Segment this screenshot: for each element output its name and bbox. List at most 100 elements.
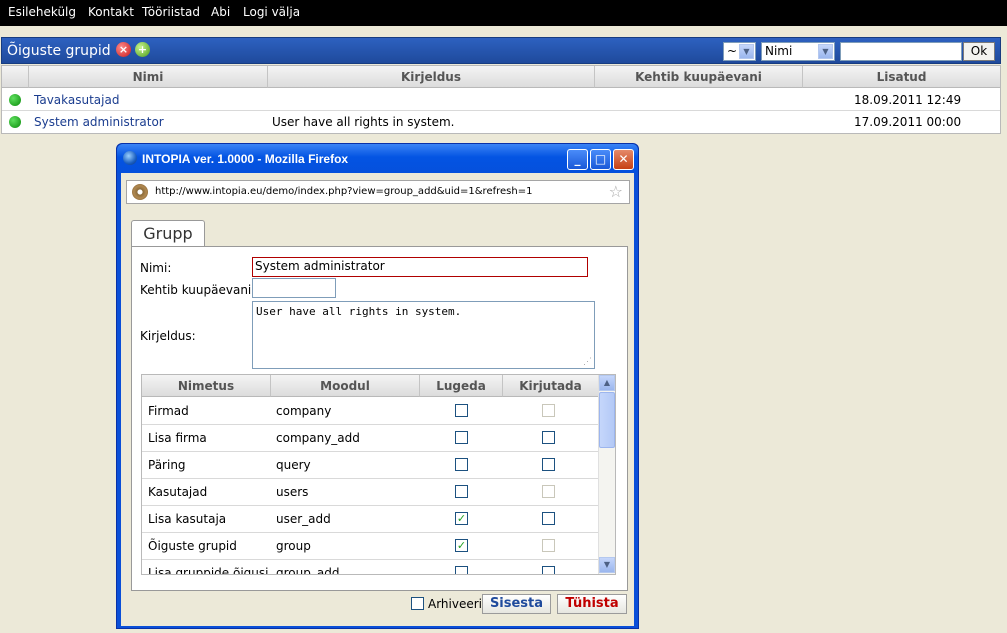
read-checkbox[interactable] — [455, 431, 468, 444]
valid-until-field[interactable] — [252, 278, 336, 298]
table-row: Päring query — [142, 452, 599, 479]
group-name-link[interactable]: System administrator — [34, 115, 164, 129]
chevron-down-icon: ▼ — [818, 44, 833, 59]
nav-contact-link[interactable]: Kontakt — [88, 5, 134, 19]
permission-module: user_add — [276, 512, 331, 526]
permissions-grid: Nimetus Moodul Lugeda Kirjutada Firmad c… — [141, 374, 616, 575]
page-title: Õiguste grupid — [7, 43, 111, 59]
active-status-icon — [9, 116, 21, 128]
name-field[interactable]: System administrator — [252, 257, 588, 277]
group-added: 18.09.2011 12:49 — [854, 93, 962, 107]
read-checkbox-checked[interactable]: ✓ — [455, 512, 468, 525]
status-column-header — [2, 66, 29, 88]
column-header-nimetus[interactable]: Nimetus — [142, 375, 271, 397]
read-checkbox[interactable] — [455, 485, 468, 498]
permission-module: company_add — [276, 431, 360, 445]
read-checkbox[interactable] — [455, 458, 468, 471]
delete-icon[interactable]: × — [116, 42, 131, 57]
permission-name: Lisa gruppide õigusi — [148, 566, 269, 575]
write-checkbox — [542, 485, 555, 498]
top-navigation: Esilehekülg Kontakt Tööriistad Abi Logi … — [0, 0, 1007, 26]
write-checkbox[interactable] — [542, 458, 555, 471]
field-select-value: Nimi — [765, 44, 793, 58]
site-icon — [132, 184, 148, 200]
valid-until-label: Kehtib kuupäevani: — [140, 283, 256, 297]
archive-checkbox[interactable] — [411, 597, 424, 610]
nav-help-link[interactable]: Abi — [211, 5, 230, 19]
column-header-valid-until[interactable]: Kehtib kuupäevani — [595, 66, 803, 88]
groups-table: Nimi Kirjeldus Kehtib kuupäevani Lisatud… — [1, 65, 1001, 134]
operator-select-value: ~ — [727, 44, 738, 58]
nav-home-link[interactable]: Esilehekülg — [8, 5, 76, 19]
grid-scrollbar[interactable]: ▲ ▼ — [598, 375, 615, 574]
close-window-button[interactable]: ✕ — [613, 149, 634, 170]
table-row: Lisa gruppide õigusi group_add — [142, 560, 599, 575]
write-checkbox[interactable] — [542, 512, 555, 525]
firefox-globe-icon — [123, 151, 137, 165]
nav-logout-link[interactable]: Logi välja — [243, 5, 300, 19]
bookmark-star-icon[interactable]: ☆ — [609, 182, 623, 201]
resize-grip-icon[interactable]: ⋰ — [583, 358, 592, 367]
address-bar[interactable]: http://www.intopia.eu/demo/index.php?vie… — [126, 180, 630, 204]
description-text: User have all rights in system. — [256, 305, 462, 318]
description-textarea[interactable]: User have all rights in system. ⋰ — [252, 301, 595, 369]
scroll-up-icon[interactable]: ▲ — [599, 375, 615, 391]
firefox-popup-window: INTOPIA ver. 1.0000 - Mozilla Firefox _ … — [116, 143, 639, 629]
write-checkbox[interactable] — [542, 431, 555, 444]
tab-group[interactable]: Grupp — [131, 220, 205, 247]
maximize-button[interactable]: □ — [590, 149, 611, 170]
permission-module: users — [276, 485, 309, 499]
cancel-button[interactable]: Tühista — [557, 594, 627, 614]
chevron-down-icon: ▼ — [739, 44, 754, 59]
url-text: http://www.intopia.eu/demo/index.php?vie… — [155, 186, 533, 197]
table-row: Õiguste grupid group ✓ — [142, 533, 599, 560]
submit-button[interactable]: Sisesta — [482, 594, 551, 614]
window-title-bar[interactable]: INTOPIA ver. 1.0000 - Mozilla Firefox _ … — [117, 144, 638, 173]
table-row: Firmad company — [142, 398, 599, 425]
operator-select[interactable]: ~ ▼ — [723, 42, 756, 61]
column-header-kirjutada[interactable]: Kirjutada — [503, 375, 599, 397]
minimize-button[interactable]: _ — [567, 149, 588, 170]
archive-label: Arhiveeri — [428, 597, 483, 611]
scroll-thumb[interactable] — [599, 392, 615, 448]
permission-module: group — [276, 539, 311, 553]
column-header-moodul[interactable]: Moodul — [271, 375, 420, 397]
scroll-down-icon[interactable]: ▼ — [599, 557, 615, 573]
search-ok-button[interactable]: Ok — [963, 42, 995, 61]
field-select[interactable]: Nimi ▼ — [761, 42, 835, 61]
write-checkbox — [542, 404, 555, 417]
permission-module: query — [276, 458, 311, 472]
permission-module: group_add — [276, 566, 340, 575]
table-row: Kasutajad users — [142, 479, 599, 506]
read-checkbox[interactable] — [455, 566, 468, 574]
column-header-description[interactable]: Kirjeldus — [268, 66, 595, 88]
description-label: Kirjeldus: — [140, 329, 196, 343]
group-form-panel: Nimi: System administrator Kehtib kuupäe… — [131, 246, 628, 591]
permission-name: Õiguste grupid — [148, 539, 237, 553]
permission-name: Lisa firma — [148, 431, 207, 445]
write-checkbox[interactable] — [542, 566, 555, 574]
column-header-added[interactable]: Lisatud — [803, 66, 1000, 88]
popup-body: http://www.intopia.eu/demo/index.php?vie… — [121, 173, 634, 626]
permission-name: Kasutajad — [148, 485, 208, 499]
permission-name: Lisa kasutaja — [148, 512, 227, 526]
table-row[interactable]: System administrator User have all right… — [2, 111, 1000, 133]
add-icon[interactable]: + — [135, 42, 150, 57]
column-header-lugeda[interactable]: Lugeda — [420, 375, 503, 397]
group-description: User have all rights in system. — [272, 115, 455, 129]
group-added: 17.09.2011 00:00 — [854, 115, 962, 129]
active-status-icon — [9, 94, 21, 106]
read-checkbox-checked[interactable]: ✓ — [455, 539, 468, 552]
permission-module: company — [276, 404, 332, 418]
read-checkbox[interactable] — [455, 404, 468, 417]
permission-name: Päring — [148, 458, 186, 472]
table-row: Lisa firma company_add — [142, 425, 599, 452]
search-input[interactable] — [840, 42, 962, 61]
column-header-name[interactable]: Nimi — [29, 66, 268, 88]
table-row: Lisa kasutaja user_add ✓ — [142, 506, 599, 533]
nav-tools-link[interactable]: Tööriistad — [142, 5, 200, 19]
group-name-link[interactable]: Tavakasutajad — [34, 93, 119, 107]
table-row[interactable]: Tavakasutajad 18.09.2011 12:49 — [2, 89, 1000, 111]
permission-name: Firmad — [148, 404, 189, 418]
name-label: Nimi: — [140, 261, 172, 275]
